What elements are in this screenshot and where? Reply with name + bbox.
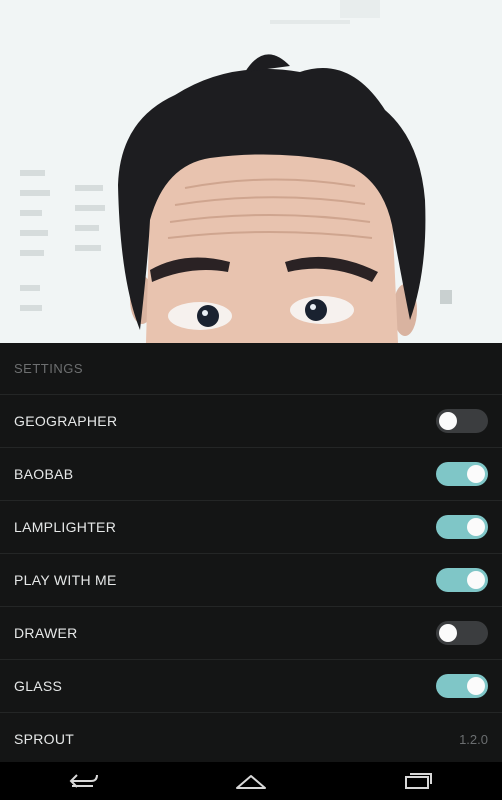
back-icon (69, 774, 98, 788)
setting-row-lamplighter[interactable]: LAMPLIGHTER (0, 501, 502, 554)
setting-label: GLASS (14, 678, 63, 694)
play-with-me-toggle[interactable] (436, 568, 488, 592)
toggle-knob (467, 677, 485, 695)
lamplighter-toggle[interactable] (436, 515, 488, 539)
back-button[interactable] (29, 762, 139, 800)
setting-row-geographer[interactable]: GEOGRAPHER (0, 395, 502, 448)
recent-apps-icon (405, 773, 433, 789)
camera-preview (0, 0, 502, 343)
glass-toggle[interactable] (436, 674, 488, 698)
setting-label: LAMPLIGHTER (14, 519, 117, 535)
setting-row-sprout: SPROUT 1.2.0 (0, 713, 502, 765)
toggle-knob (439, 412, 457, 430)
settings-panel: SETTINGS GEOGRAPHER BAOBAB LAMPLIGHTER P… (0, 343, 502, 762)
setting-row-drawer[interactable]: DRAWER (0, 607, 502, 660)
setting-label: BAOBAB (14, 466, 74, 482)
setting-label: DRAWER (14, 625, 78, 641)
baobab-toggle[interactable] (436, 462, 488, 486)
camera-preview-image (0, 0, 502, 343)
toggle-knob (467, 571, 485, 589)
geographer-toggle[interactable] (436, 409, 488, 433)
setting-label: GEOGRAPHER (14, 413, 118, 429)
navigation-bar (0, 762, 502, 800)
settings-header: SETTINGS (0, 343, 502, 395)
setting-label: SPROUT (14, 731, 75, 747)
setting-label: PLAY WITH ME (14, 572, 117, 588)
toggle-knob (467, 518, 485, 536)
recent-apps-button[interactable] (363, 762, 473, 800)
home-button[interactable] (196, 762, 306, 800)
setting-row-glass[interactable]: GLASS (0, 660, 502, 713)
toggle-knob (467, 465, 485, 483)
toggle-knob (439, 624, 457, 642)
version-text: 1.2.0 (459, 731, 488, 747)
drawer-toggle[interactable] (436, 621, 488, 645)
setting-row-baobab[interactable]: BAOBAB (0, 448, 502, 501)
setting-row-play-with-me[interactable]: PLAY WITH ME (0, 554, 502, 607)
home-icon (235, 775, 266, 789)
